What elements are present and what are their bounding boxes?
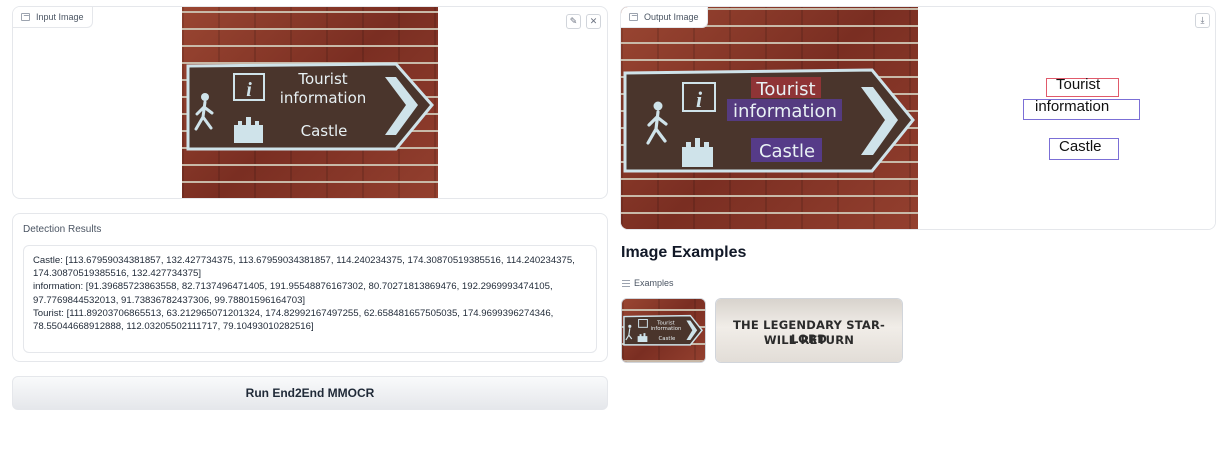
sign-graphic: i Tourist information Castle	[186, 62, 434, 151]
recognized-text-information: information	[1035, 98, 1110, 115]
info-glyph: i	[696, 87, 703, 112]
download-icon[interactable]: ⤓	[1195, 13, 1210, 28]
sign-line-castle: Castle	[759, 141, 815, 162]
mini-sign-information: information	[650, 326, 681, 332]
recognized-text-tourist: Tourist	[1056, 76, 1101, 93]
detection-results-panel: Detection Results Castle: [113.679590343…	[12, 213, 608, 362]
image-icon	[629, 13, 638, 21]
run-mmocr-button[interactable]: Run End2End MMOCR	[12, 376, 608, 410]
pencil-icon[interactable]: ✎	[566, 14, 581, 29]
mini-sign-castle: Castle	[659, 336, 676, 342]
examples-label-text: Examples	[634, 278, 674, 288]
info-glyph: i	[246, 79, 252, 101]
output-image-photo: i Tourist information Castle	[621, 7, 918, 229]
recognized-text-castle: Castle	[1059, 138, 1102, 155]
image-examples-title: Image Examples	[621, 244, 747, 261]
recognition-render-area: Tourist information Castle	[918, 7, 1215, 229]
example-text-line-2: WILL RETURN	[763, 333, 855, 347]
detection-results-textbox[interactable]: Castle: [113.67959034381857, 132.4277343…	[23, 245, 597, 353]
image-icon	[21, 13, 30, 21]
input-image-label-text: Input Image	[36, 12, 84, 22]
mini-sign-graphic: Tourist information Castle	[623, 314, 703, 346]
input-image[interactable]: i Tourist information Castle	[182, 7, 438, 198]
example-thumbnail-tourist-sign[interactable]: Tourist information Castle	[621, 298, 706, 363]
annotated-sign-graphic: i Tourist information Castle	[623, 68, 915, 173]
input-image-label: Input Image	[13, 7, 93, 28]
sign-line-tourist: Tourist	[755, 79, 815, 100]
input-image-panel: Input Image ✎ ✕ i Tourist information Ca…	[12, 6, 608, 199]
detection-results-label: Detection Results	[23, 224, 102, 235]
examples-label: Examples	[622, 278, 674, 288]
output-image-label: Output Image	[621, 7, 708, 28]
sign-line-castle: Castle	[301, 122, 348, 140]
list-icon	[622, 279, 630, 287]
example-thumbnail-star-lord[interactable]: THE LEGENDARY STAR-LORD WILL RETURN	[715, 298, 903, 363]
close-icon[interactable]: ✕	[586, 14, 601, 29]
sign-line-information: information	[733, 101, 837, 122]
sign-line-tourist: Tourist	[297, 70, 347, 88]
output-image-label-text: Output Image	[644, 12, 699, 22]
sign-line-information: information	[280, 89, 367, 107]
output-image-panel: Output Image ⤓ i Tourist information Cas…	[620, 6, 1216, 230]
